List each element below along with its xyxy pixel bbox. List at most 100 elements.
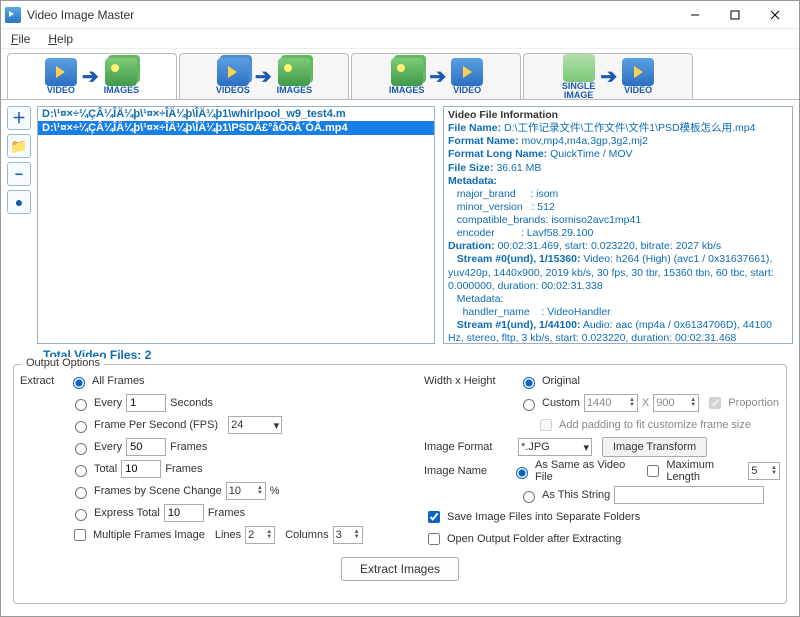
check-label: Add padding to fit customize frame size [559, 419, 751, 431]
single-image-icon [563, 54, 595, 82]
close-button[interactable] [755, 2, 795, 28]
check-label: Proportion [728, 397, 779, 409]
input-total-frames[interactable] [121, 460, 161, 478]
tab-label: VIDEOS [216, 86, 250, 95]
radio-express-total[interactable] [75, 509, 87, 521]
input-express-total[interactable] [164, 504, 204, 522]
spinner-scene-pct[interactable]: 10▲▼ [226, 482, 266, 500]
radio-label: Frames by Scene Change [94, 485, 222, 497]
check-proportion [709, 397, 721, 409]
image-format-label: Image Format [424, 441, 514, 453]
video-file-list[interactable]: D:\¹¤×÷¼ÇÂ¼ÎÄ¼þ\¹¤×÷ÎÄ¼þ\ÎÄ¼þ1\whirlpool… [37, 106, 435, 344]
menu-help[interactable]: Help [44, 31, 77, 47]
check-label: Multiple Frames Image [93, 529, 205, 541]
radio-every-frames[interactable] [75, 443, 87, 455]
radio-label: Every [94, 397, 122, 409]
radio-label: Express Total [94, 507, 160, 519]
output-options-legend: Output Options [22, 357, 104, 369]
input-name-string[interactable] [614, 486, 764, 504]
select-image-format[interactable]: *.JPG▾ [518, 438, 592, 456]
extract-images-button[interactable]: Extract Images [341, 557, 459, 581]
spinner-height[interactable]: 900▲▼ [653, 394, 699, 412]
radio-total-frames[interactable] [75, 465, 87, 477]
radio-label: Total [94, 463, 117, 475]
menubar: File Help [1, 29, 799, 49]
input-every-frames[interactable] [126, 438, 166, 456]
check-multiple-frames[interactable] [74, 529, 86, 541]
unit-label: Frames [170, 441, 207, 453]
check-label: Maximum Length [666, 459, 744, 483]
tab-video-to-images[interactable]: VIDEO ➔ IMAGES [7, 53, 177, 99]
video-file-info: Video File Information File Name: D:\工作记… [443, 106, 793, 344]
tab-single-image-to-video[interactable]: SINGLE IMAGE ➔ VIDEO [523, 53, 693, 99]
radio-label: Original [542, 375, 580, 387]
check-label: Open Output Folder after Extracting [447, 533, 621, 545]
check-max-length[interactable] [647, 465, 659, 477]
batch-button[interactable]: ● [7, 190, 31, 214]
lines-label: Lines [215, 529, 241, 541]
spinner-lines[interactable]: 2▲▼ [245, 526, 275, 544]
menu-file[interactable]: File [7, 31, 34, 47]
arrow-right-icon: ➔ [600, 64, 617, 89]
check-open-output[interactable] [428, 533, 440, 545]
spinner-width[interactable]: 1440▲▼ [584, 394, 638, 412]
images-icon [391, 58, 423, 86]
file-list-tools: ＋ 📁 − ● [7, 106, 33, 344]
radio-original-size[interactable] [523, 377, 535, 389]
radio-label: All Frames [92, 375, 145, 387]
video-icon [45, 58, 77, 86]
radio-all-frames[interactable] [73, 377, 85, 389]
add-file-button[interactable]: ＋ [7, 106, 31, 130]
tab-label: VIDEO [453, 86, 481, 95]
tab-label: IMAGES [389, 86, 425, 95]
minimize-button[interactable] [675, 2, 715, 28]
check-separate-folders[interactable] [428, 511, 440, 523]
tab-videos-to-images[interactable]: VIDEOS ➔ IMAGES [179, 53, 349, 99]
tab-label: IMAGES [277, 86, 313, 95]
radio-label: Frame Per Second (FPS) [94, 419, 218, 431]
add-folder-button[interactable]: 📁 [7, 134, 31, 158]
maximize-button[interactable] [715, 2, 755, 28]
unit-label: Frames [208, 507, 245, 519]
output-options-group: Output Options Extract All Frames Every … [13, 364, 787, 604]
radio-label: Custom [542, 397, 580, 409]
remove-file-button[interactable]: − [7, 162, 31, 186]
spinner-columns[interactable]: 3▲▼ [333, 526, 363, 544]
images-icon [105, 58, 137, 86]
unit-label: Frames [165, 463, 202, 475]
video-icon [451, 58, 483, 86]
mode-tabs: VIDEO ➔ IMAGES VIDEOS ➔ IMAGES IMAGES [1, 49, 799, 100]
spinner-max-length[interactable]: 5▲▼ [748, 462, 780, 480]
tab-label: VIDEO [47, 86, 75, 95]
radio-label: Every [94, 441, 122, 453]
radio-custom-size[interactable] [523, 399, 535, 411]
radio-every-seconds[interactable] [75, 399, 87, 411]
radio-fps[interactable] [75, 421, 87, 433]
videos-icon [217, 58, 249, 86]
tab-images-to-video[interactable]: IMAGES ➔ VIDEO [351, 53, 521, 99]
images-icon [278, 58, 310, 86]
radio-name-same[interactable] [516, 467, 528, 479]
total-video-files: Total Video Files: 2 [7, 344, 793, 362]
width-height-label: Width x Height [424, 375, 514, 387]
select-fps[interactable]: 24▾ [228, 416, 282, 434]
extract-label: Extract [20, 375, 64, 387]
arrow-right-icon: ➔ [255, 64, 272, 89]
titlebar: Video Image Master [1, 1, 799, 29]
file-row[interactable]: D:\¹¤×÷¼ÇÂ¼ÎÄ¼þ\¹¤×÷ÎÄ¼þ\ÎÄ¼þ1\whirlpool… [38, 107, 434, 121]
file-row[interactable]: D:\¹¤×÷¼ÇÂ¼ÎÄ¼þ\¹¤×÷ÎÄ¼þ\ÎÄ¼þ1\PSDÄ£°åÔõ… [38, 121, 434, 135]
check-label: Save Image Files into Separate Folders [447, 511, 640, 523]
image-transform-button[interactable]: Image Transform [602, 437, 707, 457]
radio-scene-change[interactable] [75, 487, 87, 499]
radio-name-string[interactable] [523, 491, 535, 503]
tab-label: SINGLE IMAGE [562, 82, 596, 100]
unit-label: % [270, 485, 280, 497]
arrow-right-icon: ➔ [429, 64, 446, 89]
window-title: Video Image Master [27, 8, 675, 22]
unit-label: Seconds [170, 397, 213, 409]
input-every-seconds[interactable] [126, 394, 166, 412]
radio-label: As Same as Video File [535, 459, 637, 483]
radio-label: As This String [542, 489, 610, 501]
tab-label: VIDEO [624, 86, 652, 95]
info-title: Video File Information [448, 109, 788, 122]
